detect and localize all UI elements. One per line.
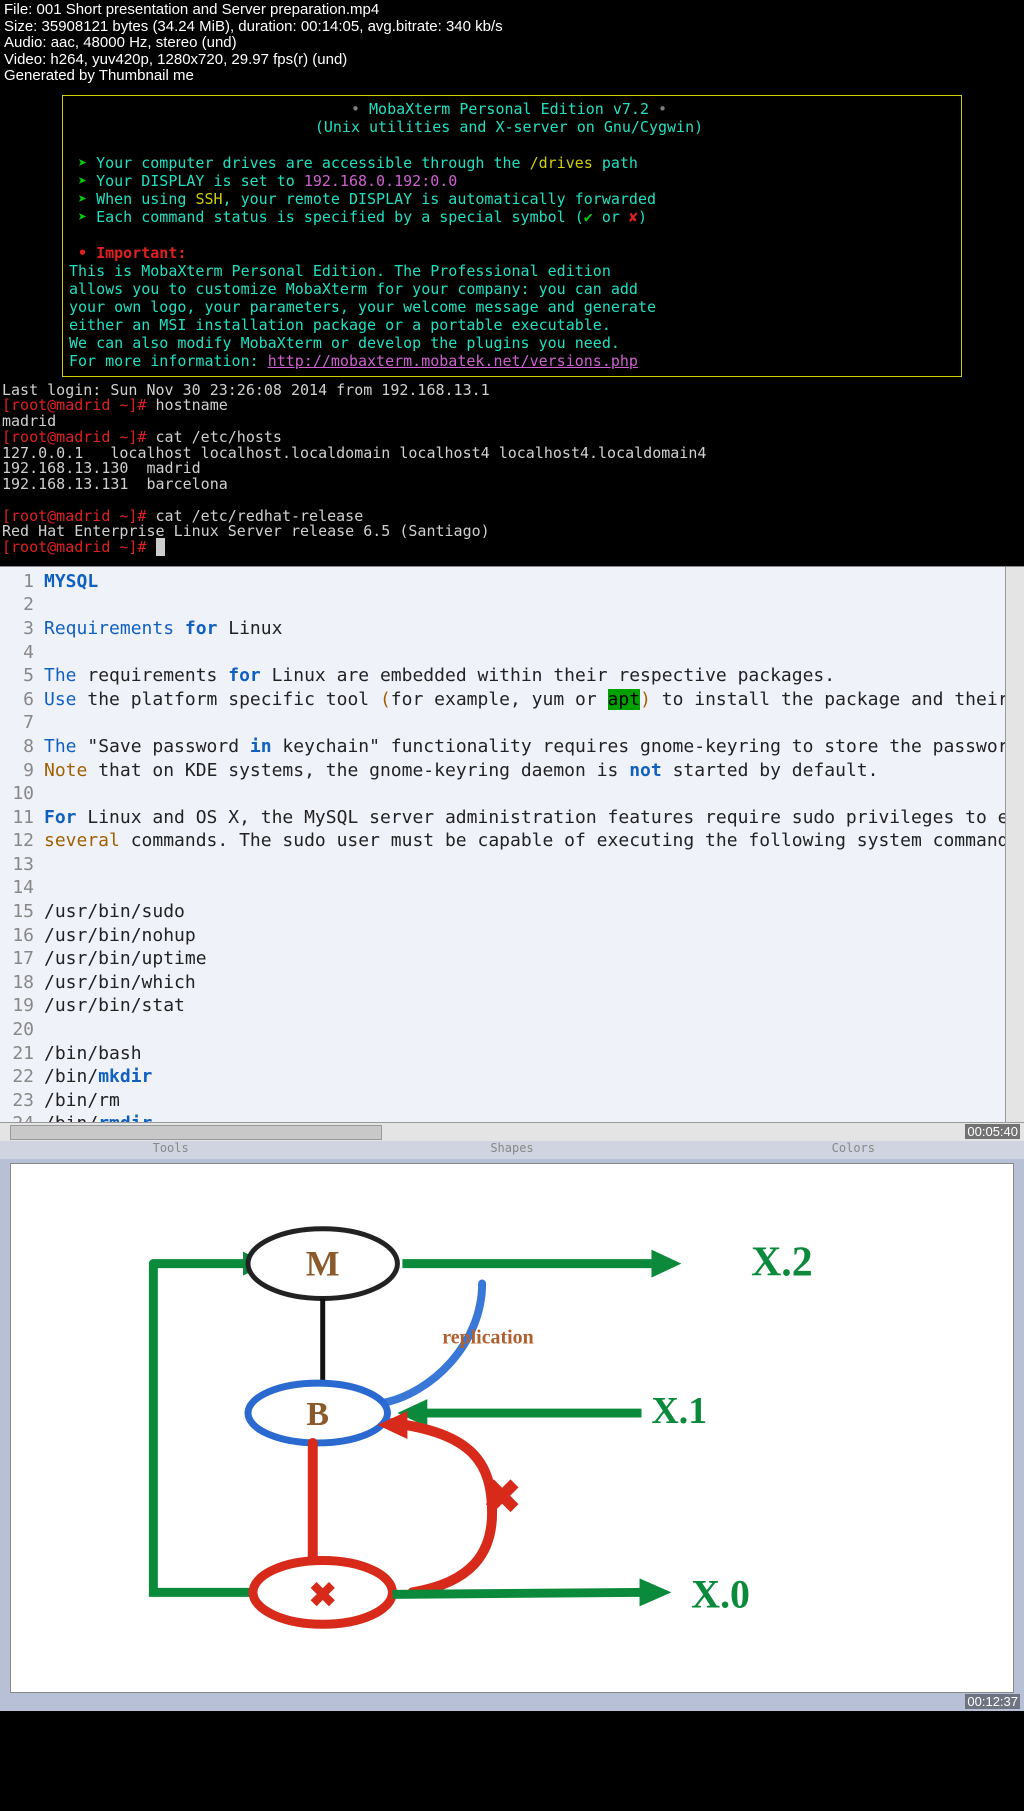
code-area[interactable]: MYSQL Requirements for Linux The require… xyxy=(44,567,1024,1136)
svg-text:B: B xyxy=(306,1396,329,1433)
diagram-screenshot: Tools Shapes Colors M X.2 xyxy=(0,1141,1024,1711)
thumb-timestamp-3: 00:12:37 xyxy=(965,1694,1020,1709)
meta-file: File: 001 Short presentation and Server … xyxy=(4,2,1020,19)
tab-colors[interactable]: Colors xyxy=(683,1141,1024,1159)
thumb-timestamp-2: 00:05:40 xyxy=(965,1124,1020,1139)
svg-text:✖: ✖ xyxy=(309,1577,337,1614)
meta-size: Size: 35908121 bytes (34.24 MiB), durati… xyxy=(4,19,1020,36)
banner-subtitle: (Unix utilities and X-server on Gnu/Cygw… xyxy=(69,118,949,136)
video-metadata: File: 001 Short presentation and Server … xyxy=(0,0,1024,87)
terminal-screenshot: • MobaXterm Personal Edition v7.2 • (Uni… xyxy=(0,95,1024,566)
line-gutter: 123456789101112131415161718192021222324 xyxy=(0,567,40,1136)
tab-shapes[interactable]: Shapes xyxy=(341,1141,682,1159)
horizontal-scrollbar[interactable] xyxy=(0,1122,1024,1141)
meta-video: Video: h264, yuv420p, 1280x720, 29.97 fp… xyxy=(4,52,1020,69)
meta-audio: Audio: aac, 48000 Hz, stereo (und) xyxy=(4,35,1020,52)
svg-text:X.2: X.2 xyxy=(751,1239,813,1285)
diagram-toolbar: Tools Shapes Colors xyxy=(0,1141,1024,1159)
editor-screenshot: 123456789101112131415161718192021222324 … xyxy=(0,566,1024,1141)
vertical-scrollbar[interactable] xyxy=(1005,567,1024,1141)
mobaxterm-banner: • MobaXterm Personal Edition v7.2 • (Uni… xyxy=(62,95,962,377)
svg-text:M: M xyxy=(306,1243,340,1283)
shell-output: Last login: Sun Nov 30 23:26:08 2014 fro… xyxy=(2,383,1022,556)
svg-text:replication: replication xyxy=(442,1326,533,1348)
meta-gen: Generated by Thumbnail me xyxy=(4,68,1020,85)
scroll-thumb[interactable] xyxy=(10,1125,382,1140)
svg-text:✖: ✖ xyxy=(483,1471,521,1522)
banner-title: MobaXterm Personal Edition v7.2 xyxy=(369,100,649,118)
mobaxterm-link[interactable]: http://mobaxterm.mobatek.net/versions.ph… xyxy=(268,352,638,370)
tab-tools[interactable]: Tools xyxy=(0,1141,341,1159)
svg-text:X.1: X.1 xyxy=(651,1390,707,1432)
svg-text:X.0: X.0 xyxy=(691,1571,750,1616)
whiteboard-canvas[interactable]: M X.2 replication B X.1 xyxy=(10,1163,1014,1693)
